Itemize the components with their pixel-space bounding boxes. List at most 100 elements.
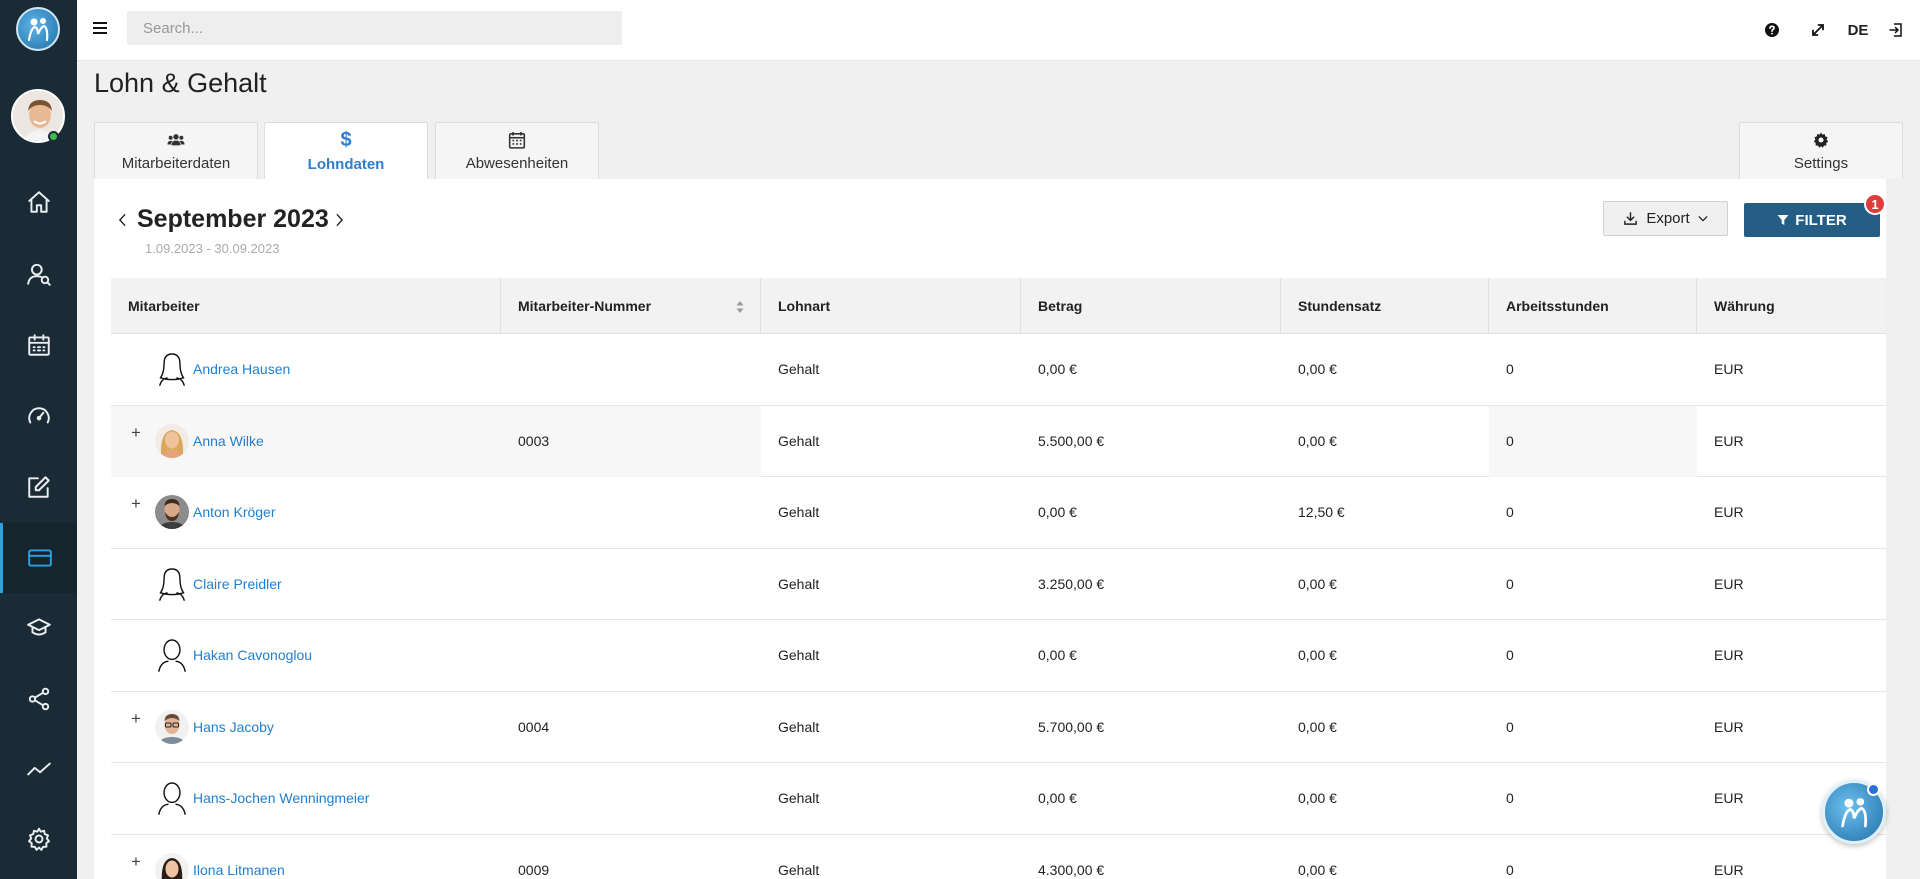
table-row[interactable]: Hans-Jochen Wenningmeier Gehalt 0,00 € 0,00… [111,763,1886,835]
employee-placeholder-avatar [155,565,189,603]
employee-photo [155,495,189,529]
cell-mitarbeiter-nummer [501,620,761,691]
sidebar-item-settings[interactable] [0,804,77,874]
edit-icon [27,476,50,498]
cell-waehrung: EUR [1714,432,1744,449]
cell-betrag: 4.300,00 € [1038,861,1105,878]
logout-button[interactable] [1884,18,1908,42]
sidebar-item-share[interactable] [0,664,77,734]
sidebar-item-payroll[interactable] [0,523,77,593]
cell-lohnart: Gehalt [778,504,820,520]
column-header-lohnart[interactable]: Lohnart [761,278,1021,334]
calendar-icon [508,132,526,149]
cell-arbeitsstunden: 0 [1506,575,1514,592]
download-icon [1624,212,1638,225]
cell-waehrung: EUR [1714,647,1744,663]
table-row[interactable]: + Ilona Litmanen 0009 Gehalt 4.300,00 € 0,00 … [111,835,1886,879]
expand-row-icon[interactable]: + [131,710,141,727]
sidebar-item-training[interactable] [0,593,77,663]
employee-photo [155,852,189,879]
cell-stundensatz: 0,00 € [1298,575,1337,592]
cell-mitarbeiter-nummer [501,763,761,834]
table-row[interactable]: Claire Preidler Gehalt 3.250,00 € 0,00 € 0 EU… [111,549,1886,620]
cell-betrag: 0,00 € [1038,790,1077,806]
cell-lohnart: Gehalt [778,647,820,663]
sidebar-item-dashboard[interactable] [0,381,77,451]
graduation-cap-icon [26,618,51,636]
employee-name-link[interactable]: Andrea Hausen [193,334,290,405]
chevron-left-icon [118,213,126,227]
cell-mitarbeiter-nummer: 0003 [518,432,550,449]
table-row[interactable]: + Anton Kröger Gehalt 0,00 € 12,50 € 0 EUR [111,477,1886,549]
filter-icon [1777,215,1789,225]
calendar-icon [27,334,50,356]
column-header-stundensatz[interactable]: Stundensatz [1281,278,1489,334]
sidebar-item-employees[interactable] [0,239,77,309]
column-header-mitarbeiter[interactable]: Mitarbeiter [111,278,501,334]
tab-mitarbeiterdaten[interactable]: Mitarbeiterdaten [94,122,258,179]
cell-lohnart: Gehalt [778,861,820,878]
employee-name-link[interactable]: Anna Wilke [193,406,264,477]
cell-arbeitsstunden: 0 [1506,718,1514,735]
table-header: Mitarbeiter Mitarbeiter-Nummer Lohnart B… [111,278,1886,334]
gear-icon [1813,132,1829,148]
column-header-arbeitsstunden[interactable]: Arbeitsstunden [1489,278,1697,334]
help-button[interactable] [1760,18,1784,42]
menu-toggle-icon[interactable] [93,22,107,36]
page-title: Lohn & Gehalt [94,68,267,98]
table-row[interactable]: Andrea Hausen Gehalt 0,00 € 0,00 € 0 EUR [111,334,1886,406]
expand-row-icon[interactable]: + [131,853,141,870]
payroll-panel: September 2023 1.09.2023 - 30.09.2023 Ex… [94,179,1886,879]
export-button[interactable]: Export [1603,201,1728,236]
cell-mitarbeiter-nummer [501,477,761,548]
expand-row-icon[interactable]: + [131,495,141,512]
date-range: 1.09.2023 - 30.09.2023 [145,241,280,256]
sidebar-item-home[interactable] [0,167,77,237]
fullscreen-button[interactable] [1806,18,1830,42]
cell-arbeitsstunden: 0 [1506,432,1514,449]
sort-icon [736,301,744,313]
tab-settings[interactable]: Settings [1739,122,1903,179]
employee-name-link[interactable]: Ilona Litmanen [193,835,285,879]
employee-name-link[interactable]: Claire Preidler [193,549,282,620]
table-body: Andrea Hausen Gehalt 0,00 € 0,00 € 0 EUR + Anna… [111,334,1886,879]
next-month-button[interactable] [335,210,344,233]
cell-waehrung: EUR [1714,718,1744,735]
app-logo[interactable] [16,7,60,51]
employee-placeholder-avatar [155,350,189,388]
employee-name-link[interactable]: Hans Jacoby [193,692,274,763]
sidebar-item-analytics[interactable] [0,734,77,804]
language-switcher[interactable]: DE [1843,18,1873,42]
cell-arbeitsstunden: 0 [1506,861,1514,878]
cell-lohnart: Gehalt [778,790,820,806]
tab-abwesenheiten[interactable]: Abwesenheiten [435,122,599,179]
share-icon [28,687,49,711]
filter-button[interactable]: FILTER [1744,203,1880,237]
column-header-mitarbeiter-nummer[interactable]: Mitarbeiter-Nummer [501,278,761,334]
cell-stundensatz: 0,00 € [1298,361,1337,377]
cell-stundensatz: 0,00 € [1298,861,1337,878]
sidebar-item-calendar[interactable] [0,310,77,380]
sidebar-item-edit[interactable] [0,452,77,522]
gear-icon [27,827,50,851]
table-row[interactable]: Hakan Cavonoglou Gehalt 0,00 € 0,00 € 0 EUR [111,620,1886,692]
employee-name-link[interactable]: Hakan Cavonoglou [193,620,312,691]
cell-betrag: 5.700,00 € [1038,718,1105,735]
expand-row-icon[interactable]: + [131,424,141,441]
prev-month-button[interactable] [118,210,127,233]
table-row[interactable]: + Anna Wilke 0003 Gehalt 5.500,00 € 0,00 € 0 EU… [111,405,1886,477]
tab-lohndaten[interactable]: $ Lohndaten [264,122,428,180]
table-row[interactable]: + Hans Jacoby 0004 Gehalt 5.700,00 € 0,00 € 0 E… [111,692,1886,763]
filter-count-badge: 1 [1864,193,1886,215]
cell-arbeitsstunden: 0 [1506,790,1514,806]
employee-name-link[interactable]: Anton Kröger [193,477,276,548]
cell-betrag: 5.500,00 € [1038,432,1105,449]
employee-placeholder-avatar [155,636,189,674]
employee-name-link[interactable]: Hans-Jochen Wenningmeier [193,763,369,834]
trend-line-icon [26,762,51,776]
cell-betrag: 3.250,00 € [1038,575,1105,592]
column-header-waehrung[interactable]: Währung [1697,278,1886,334]
search-input[interactable] [127,11,622,45]
sidebar [0,0,77,879]
column-header-betrag[interactable]: Betrag [1021,278,1281,334]
